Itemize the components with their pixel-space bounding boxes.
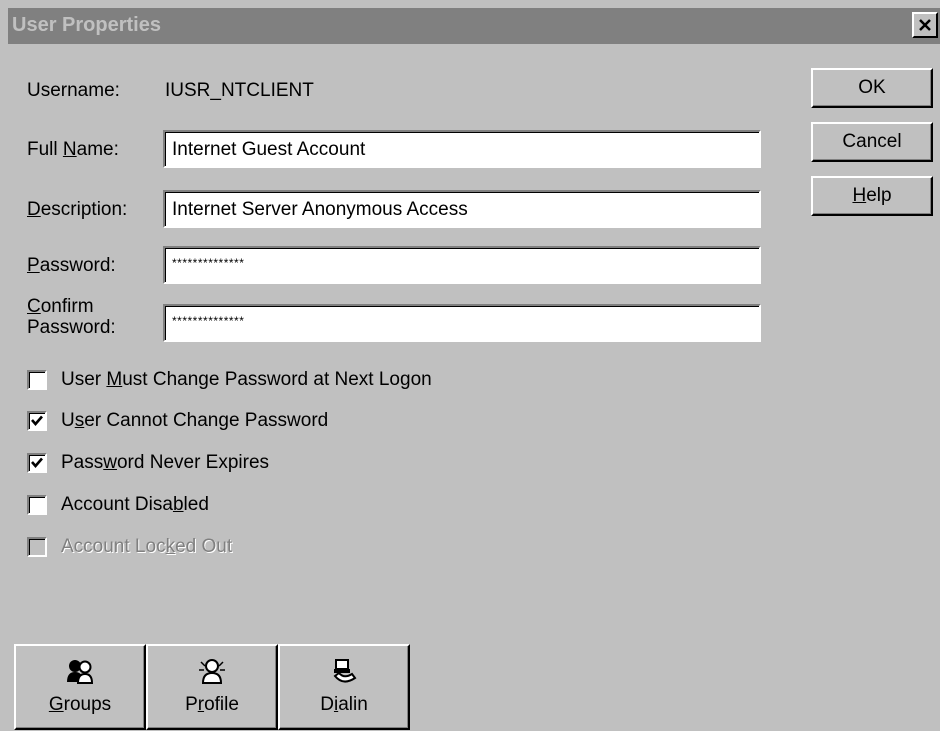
cb-label-post: led	[183, 494, 209, 515]
user-properties-dialog: User Properties Username: IUSR_NTCLIENT …	[0, 0, 940, 731]
cb-label-mnemonic: k	[165, 536, 176, 557]
confirm-label-line1: onfirm	[40, 296, 94, 317]
cb-label-mnemonic: M	[106, 369, 123, 390]
checkmark-icon	[31, 415, 43, 426]
cannot-change-password-checkbox[interactable]: User Cannot Change Password	[27, 408, 328, 434]
checkbox-label: User Must Change Password at Next Logon	[61, 369, 432, 391]
checkbox-label: Password Never Expires	[61, 452, 269, 474]
cb-label-pre: Account Disa	[61, 494, 173, 515]
groups-button[interactable]: Groups	[14, 644, 146, 730]
help-mnemonic: H	[852, 185, 867, 206]
ok-button[interactable]: OK	[811, 68, 933, 108]
cb-label-post: ord Never Expires	[116, 452, 270, 473]
cb-label-pre: U	[61, 410, 75, 431]
account-locked-out-checkbox: Account Locked Out	[27, 534, 232, 560]
cb-label-pre: User	[61, 369, 107, 390]
btn-label-post: ofile	[204, 694, 239, 715]
dialin-label: Dialin	[280, 694, 408, 716]
username-value: IUSR_NTCLIENT	[165, 80, 314, 101]
password-label-post: assword:	[39, 255, 116, 276]
must-change-password-checkbox[interactable]: User Must Change Password at Next Logon	[27, 367, 432, 393]
confirm-password-field[interactable]: **************	[163, 304, 761, 342]
confirm-password-label: Confirm Password:	[27, 296, 116, 338]
description-label-mnemonic: D	[27, 199, 41, 220]
description-label: Description:	[27, 199, 127, 221]
confirm-label-mnemonic: C	[27, 296, 41, 317]
cb-label-post: ust Change Password at Next Logon	[122, 369, 432, 390]
window-title: User Properties	[12, 14, 161, 36]
fullname-label-pre: Full	[27, 139, 63, 160]
checkbox-label: Account Disabled	[61, 494, 209, 516]
checkbox-box[interactable]	[27, 495, 47, 515]
btn-label-mnemonic: G	[48, 694, 64, 715]
dialin-icon	[333, 659, 357, 683]
password-label: Password:	[27, 255, 116, 277]
fullname-label: Full Name:	[27, 139, 119, 161]
close-icon	[919, 19, 931, 31]
fullname-field[interactable]: Internet Guest Account	[163, 130, 761, 168]
checkbox-label: Account Locked Out	[61, 536, 232, 558]
checkbox-box[interactable]	[27, 370, 47, 390]
cb-label-mnemonic: s	[74, 410, 85, 431]
cb-label-pre: Pass	[61, 452, 104, 473]
checkbox-box	[27, 537, 47, 557]
title-bar[interactable]: User Properties	[8, 8, 940, 44]
btn-label-post: roups	[63, 694, 112, 715]
description-label-post: escription:	[40, 199, 128, 220]
profile-label: Profile	[148, 694, 276, 716]
btn-label-post: alin	[338, 694, 368, 715]
fullname-label-mnemonic: N	[62, 139, 77, 160]
cb-label-post: ed Out	[175, 536, 233, 557]
profile-button[interactable]: Profile	[146, 644, 278, 730]
account-disabled-checkbox[interactable]: Account Disabled	[27, 492, 209, 518]
cb-label-pre: Account Loc	[61, 536, 166, 557]
username-label: Username:	[27, 80, 120, 101]
confirm-label-line2: Password:	[27, 317, 116, 338]
btn-label-pre: D	[320, 694, 334, 715]
fullname-label-post: ame:	[76, 139, 119, 160]
password-label-mnemonic: P	[27, 255, 40, 276]
checkbox-box[interactable]	[27, 411, 47, 431]
password-field[interactable]: **************	[163, 246, 761, 284]
help-button[interactable]: Help	[811, 176, 933, 216]
profile-icon	[199, 659, 225, 684]
cb-label-mnemonic: w	[103, 452, 117, 473]
groups-icon	[67, 660, 94, 684]
btn-label-pre: P	[185, 694, 198, 715]
close-button[interactable]	[912, 12, 938, 38]
password-never-expires-checkbox[interactable]: Password Never Expires	[27, 450, 269, 476]
checkmark-icon	[31, 457, 43, 468]
groups-label: Groups	[16, 694, 144, 716]
checkbox-label: User Cannot Change Password	[61, 410, 328, 432]
help-label: elp	[866, 185, 892, 206]
cb-label-post: er Cannot Change Password	[84, 410, 329, 431]
checkbox-box[interactable]	[27, 453, 47, 473]
dialin-button[interactable]: Dialin	[278, 644, 410, 730]
cancel-button[interactable]: Cancel	[811, 122, 933, 162]
description-field[interactable]: Internet Server Anonymous Access	[163, 190, 761, 228]
cb-label-mnemonic: b	[172, 494, 184, 515]
